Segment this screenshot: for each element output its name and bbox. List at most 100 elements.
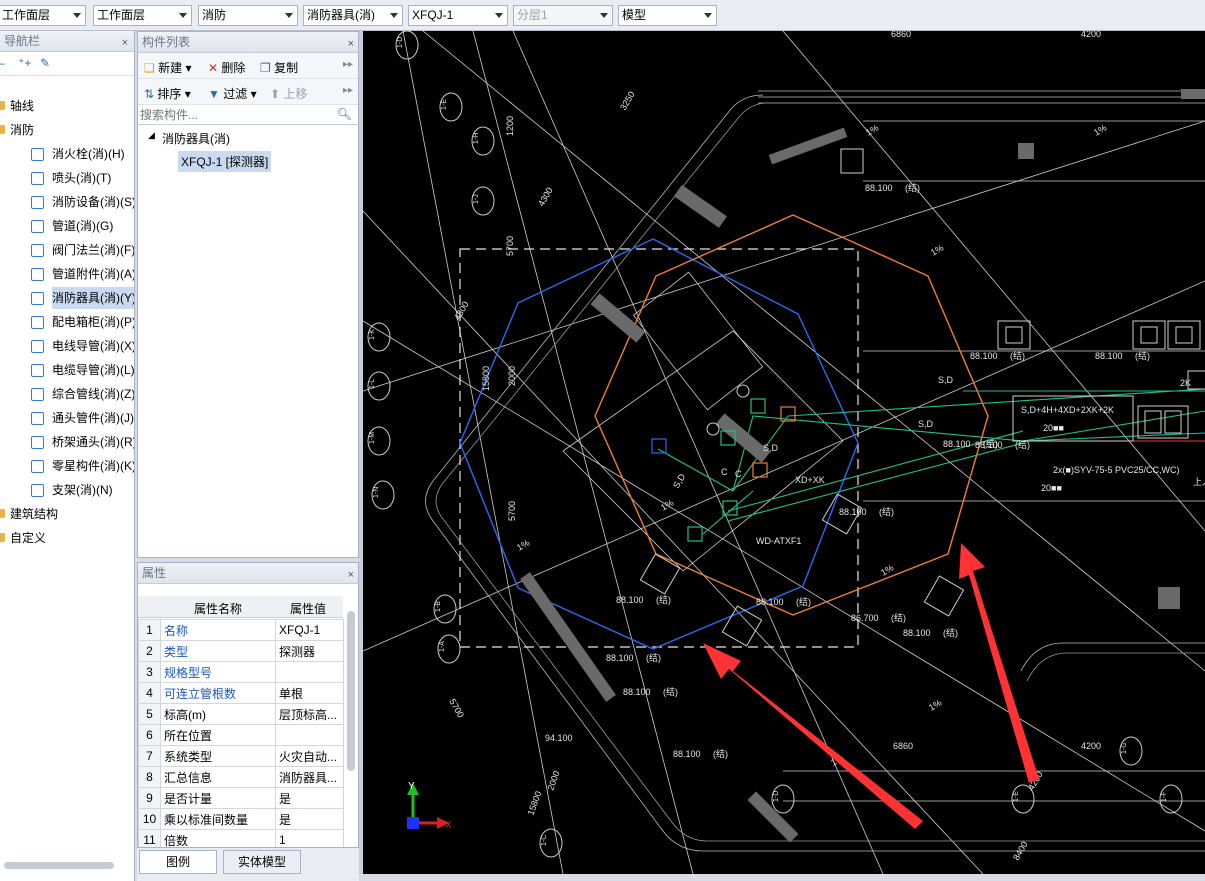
nav-item[interactable]: 电线导管(消)(X) [0, 335, 134, 357]
nav-item[interactable]: 消防器具(消)(Y) [0, 287, 134, 309]
property-row[interactable]: 10 乘以标准间数量是 [138, 808, 344, 830]
property-value[interactable]: 消防器具... [275, 766, 344, 788]
nav-item[interactable]: 桥架通头(消)(R) [0, 431, 135, 453]
property-row[interactable]: 1 名称 XFQJ-1 [138, 619, 344, 641]
device-green-icon[interactable] [687, 526, 703, 542]
work-layer-combo[interactable]: 工作面层 [93, 5, 192, 26]
component-combo[interactable]: XFQJ-1 [408, 5, 508, 26]
nav-item[interactable]: 建筑结构 [0, 503, 134, 525]
circle-symbol-icon [706, 422, 720, 436]
component-search: 🔍︎ [138, 105, 358, 125]
property-value[interactable]: 1 [275, 829, 344, 847]
nav-item[interactable]: 喷头(消)(T) [0, 167, 134, 189]
property-value[interactable]: XFQJ-1 [275, 619, 344, 641]
property-row[interactable]: 2 类型 探测器 [138, 640, 344, 662]
tab-legend[interactable]: 图例 [139, 850, 217, 874]
tree-node-parent[interactable]: ◢ 消防器具(消) [138, 125, 358, 149]
device-green-icon[interactable] [750, 398, 766, 414]
module-icon[interactable] [752, 462, 768, 478]
edit-icon[interactable]: ✎ [40, 56, 50, 70]
delete-button[interactable]: ✕ 删除 [208, 59, 245, 76]
property-row[interactable]: 11 倍数 1 [138, 829, 344, 847]
property-value[interactable]: 是 [275, 787, 344, 809]
nav-item[interactable]: 电缆导管(消)(L) [0, 359, 134, 381]
close-icon[interactable]: × [122, 33, 128, 54]
nav-item[interactable]: 自定义 [0, 527, 134, 549]
property-row[interactable]: 8 汇总信息 消防器具... [138, 766, 344, 788]
property-value[interactable]: 层顶标高... [275, 703, 344, 725]
property-value[interactable] [275, 661, 344, 683]
property-row[interactable]: 9 是否计量是 [138, 787, 344, 809]
detector-icon[interactable] [651, 438, 667, 454]
circle-symbol-icon [736, 384, 750, 398]
property-row[interactable]: 5 标高(m) 层顶标高... [138, 703, 344, 725]
property-value[interactable]: 单根 [275, 682, 344, 704]
nav-item[interactable]: 消防设备(消)(S) [0, 191, 134, 213]
copy-button[interactable]: ❐ 复制 [260, 59, 298, 76]
nav-item[interactable]: 综合管线(消)(Z) [0, 383, 135, 405]
property-index: 4 [138, 682, 161, 704]
sort-button[interactable]: ⇅ 排序 ▾ [144, 85, 191, 102]
elevation-label: 88.100 [943, 439, 971, 449]
property-value[interactable] [275, 724, 344, 746]
elevation-tag: (结) [879, 506, 894, 517]
property-name: 倍数 [160, 829, 276, 847]
component-search-input[interactable] [140, 106, 336, 123]
wiring-label: S,D [763, 443, 779, 453]
floor-combo[interactable]: 工作面层 [0, 5, 86, 26]
axis-label: 1-B [435, 601, 442, 612]
pipeline-icon [31, 388, 44, 401]
expand-icon[interactable]: ⁺+ [18, 56, 31, 70]
property-value[interactable]: 火灾自动... [275, 745, 344, 767]
tree-node-selected[interactable]: XFQJ-1 [探测器] [138, 149, 358, 173]
filter-button[interactable]: ▼ 过滤 ▾ [208, 85, 257, 102]
overflow-icon[interactable]: ▸▸ [343, 59, 353, 70]
property-row[interactable]: 7 系统类型 火灾自动... [138, 745, 344, 767]
sublayer-combo[interactable]: 分层1 [513, 5, 613, 26]
property-value[interactable]: 探测器 [275, 640, 344, 662]
dimension-label: 2000 [507, 366, 517, 386]
collapse-icon[interactable]: – [0, 56, 5, 70]
expand-triangle-icon[interactable]: ◢ [148, 130, 155, 141]
property-row[interactable]: 3 规格型号 [138, 661, 344, 683]
axis-label: 1-E [1013, 791, 1020, 802]
device-green-icon[interactable] [722, 500, 738, 516]
tab-solid-model[interactable]: 实体模型 [223, 850, 301, 874]
property-value[interactable]: 是 [275, 808, 344, 830]
properties-scrollbar[interactable] [347, 611, 355, 771]
nav-item[interactable]: 管道附件(消)(A) [0, 263, 134, 285]
property-row[interactable]: 6 所在位置 [138, 724, 344, 746]
nav-horizontal-scrollbar[interactable] [4, 862, 114, 869]
nav-item[interactable]: 消防 [0, 119, 134, 141]
nav-item-label: 桥架通头(消)(R) [52, 435, 135, 449]
search-icon[interactable]: 🔍︎ [337, 107, 352, 121]
property-row[interactable]: 4 可连立管根数 单根 [138, 682, 344, 704]
nav-item[interactable]: 管道(消)(G) [0, 215, 134, 237]
wiring-label: 上人屋面 [1193, 477, 1205, 487]
overflow-icon[interactable]: ▸▸ [343, 85, 353, 96]
close-icon[interactable]: × [348, 565, 354, 586]
new-button[interactable]: ❏ 新建 ▾ [144, 59, 191, 76]
nav-item[interactable]: 阀门法兰(消)(F) [0, 239, 134, 261]
wiring-label: 20■■ [1043, 423, 1064, 433]
cad-drawing[interactable]: 6860 42003250430012005700430015800 2000570… [363, 31, 1205, 874]
elevation-tag: (结) [1010, 350, 1025, 361]
panel-tabs: 图例 实体模型 [137, 848, 359, 881]
cad-canvas[interactable]: 6860 4200 3250 4300 1200 5700 4300 15800 2000 570… [363, 31, 1205, 874]
pipe-fitting-icon [31, 268, 44, 281]
nav-item[interactable]: 零星构件(消)(K) [0, 455, 134, 477]
nav-item[interactable]: 支架(消)(N) [0, 479, 134, 501]
ucs-axis-indicator: Y X [407, 781, 452, 831]
move-up-button[interactable]: ⬆ 上移 [270, 85, 307, 102]
close-icon[interactable]: × [348, 34, 354, 55]
nav-item[interactable]: 通头管件(消)(J) [0, 407, 134, 429]
component-type-combo[interactable]: 消防器具(消) [303, 5, 403, 26]
property-name: 类型 [160, 640, 276, 662]
nav-item[interactable]: 消火栓(消)(H) [0, 143, 134, 165]
nav-item-label: 综合管线(消)(Z) [52, 387, 135, 401]
dimension-label: 4200 [1081, 741, 1101, 751]
nav-item[interactable]: 配电箱柜(消)(P) [0, 311, 134, 333]
nav-item[interactable]: 轴线 [0, 95, 134, 117]
discipline-combo[interactable]: 消防 [198, 5, 298, 26]
view-mode-combo[interactable]: 模型 [618, 5, 717, 26]
